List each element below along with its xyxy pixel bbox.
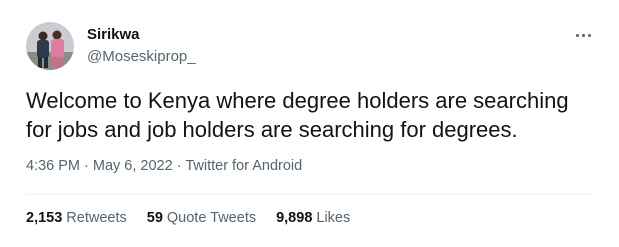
tweet-header: Sirikwa @Moseskiprop_	[26, 22, 196, 70]
tweet-card: Sirikwa @Moseskiprop_ Welcome to Kenya w…	[0, 0, 619, 247]
tweet-date[interactable]: May 6, 2022	[93, 158, 173, 174]
display-name[interactable]: Sirikwa	[87, 25, 196, 45]
avatar[interactable]	[26, 22, 74, 70]
tweet-time[interactable]: 4:36 PM	[26, 158, 80, 174]
quote-tweets-stat[interactable]: 59 Quote Tweets	[147, 210, 256, 226]
quote-tweets-count: 59	[146, 210, 163, 226]
more-options-button[interactable]	[571, 26, 595, 44]
user-handle[interactable]: @Moseskiprop_	[87, 47, 196, 67]
meta-separator: ·	[80, 158, 93, 174]
likes-stat[interactable]: 9,898 Likes	[276, 210, 350, 226]
more-dot-icon	[581, 33, 585, 37]
tweet-meta: 4:36 PM · May 6, 2022 · Twitter for Andr…	[26, 158, 302, 174]
profile-photo-icon	[26, 22, 74, 70]
retweets-stat[interactable]: 2,153 Retweets	[26, 210, 127, 226]
more-dot-icon	[587, 33, 591, 37]
likes-label: Likes	[316, 210, 351, 226]
tweet-text: Welcome to Kenya where degree holders ar…	[26, 88, 569, 142]
meta-separator: ·	[172, 158, 186, 174]
quote-tweets-label: Quote Tweets	[166, 210, 257, 226]
divider	[26, 194, 595, 195]
engagement-stats: 2,153 Retweets 59 Quote Tweets 9,898 Likes	[26, 210, 370, 226]
tweet-source[interactable]: Twitter for Android	[185, 158, 302, 174]
likes-count: 9,898	[276, 210, 313, 226]
retweets-count: 2,153	[26, 210, 63, 226]
retweets-label: Retweets	[66, 210, 127, 226]
more-dot-icon	[575, 33, 579, 37]
user-names: Sirikwa @Moseskiprop_	[87, 25, 196, 67]
